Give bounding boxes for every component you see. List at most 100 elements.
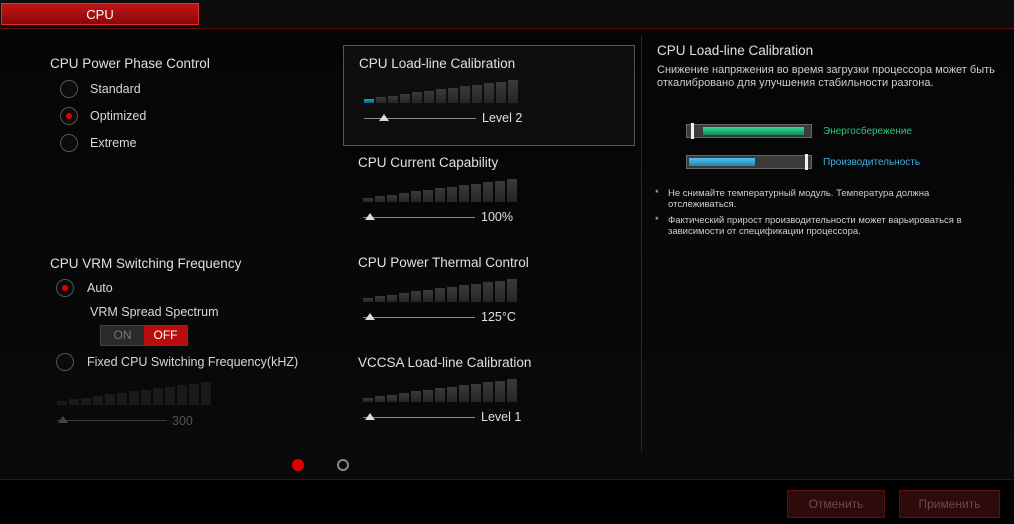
ramp-segment (411, 291, 421, 302)
slider-load-line[interactable]: CPU Load-line Calibration Level 2 (343, 45, 635, 146)
slider-current-capability-thumb[interactable] (365, 213, 375, 220)
radio-extreme-label: Extreme (90, 136, 137, 150)
energy-saving-bar (686, 123, 812, 139)
phase-control-title: CPU Power Phase Control (50, 56, 210, 71)
ramp-segment (388, 95, 398, 103)
radio-extreme[interactable] (60, 134, 78, 152)
ramp-segment (364, 98, 374, 103)
ramp-segment (484, 83, 494, 103)
ramp-segment (399, 292, 409, 302)
energy-saving-bar-fill (703, 127, 804, 135)
slider-thermal-control-title: CPU Power Thermal Control (358, 255, 529, 270)
slider-vccsa-thumb[interactable] (365, 413, 375, 420)
ramp-segment (105, 394, 115, 405)
slider-load-line-title: CPU Load-line Calibration (359, 56, 516, 71)
slider-vccsa[interactable]: VCCSA Load-line Calibration Level 1 (343, 345, 633, 444)
ramp-segment (387, 394, 397, 402)
radio-fixed-frequency[interactable] (56, 353, 74, 371)
ramp-segment (508, 80, 518, 103)
ramp-segment (483, 282, 493, 302)
slider-current-capability[interactable]: CPU Current Capability 100% (343, 145, 633, 244)
ramp-segment (471, 183, 481, 202)
ramp-segment (435, 288, 445, 302)
slider-vccsa-ramp (363, 379, 517, 402)
slider-current-capability-track (363, 217, 475, 218)
ramp-segment (472, 84, 482, 103)
note-star-icon: * (655, 188, 659, 199)
radio-auto[interactable] (56, 279, 74, 297)
fixed-frequency-value: 300 (172, 414, 193, 428)
ramp-segment (387, 294, 397, 302)
ramp-segment (459, 385, 469, 402)
ramp-segment (483, 182, 493, 202)
ramp-segment (399, 192, 409, 202)
page-dot-1[interactable] (292, 459, 304, 471)
info-description: Снижение напряжения во время загрузки пр… (657, 64, 995, 89)
ramp-segment (189, 383, 199, 405)
ramp-segment (435, 388, 445, 402)
ramp-segment (423, 289, 433, 302)
ramp-segment (399, 392, 409, 402)
ramp-segment (387, 194, 397, 202)
ramp-segment (448, 87, 458, 103)
vrm-title: CPU VRM Switching Frequency (50, 256, 242, 271)
ramp-segment (447, 186, 457, 202)
slider-load-line-value: Level 2 (482, 111, 523, 125)
slider-load-line-thumb[interactable] (379, 114, 389, 121)
panel-divider (641, 36, 642, 452)
ramp-segment (507, 179, 517, 202)
ramp-segment (153, 388, 163, 405)
slider-vccsa-title: VCCSA Load-line Calibration (358, 355, 532, 370)
ramp-segment (57, 400, 67, 405)
ramp-segment (471, 283, 481, 302)
ramp-segment (69, 399, 79, 405)
ramp-segment (375, 296, 385, 302)
slider-thermal-control[interactable]: CPU Power Thermal Control 125°C (343, 245, 633, 344)
energy-saving-label: Энергосбережение (823, 126, 912, 137)
performance-bar-knob (805, 154, 808, 170)
note-temperature-text: Не снимайте температурный модуль. Темпер… (668, 188, 930, 210)
apply-button[interactable]: Применить (899, 490, 1000, 518)
slider-thermal-control-thumb[interactable] (365, 313, 375, 320)
note-performance-text: Фактический прирост производительности м… (668, 215, 962, 237)
slider-thermal-control-ramp (363, 279, 517, 302)
radio-optimized[interactable] (60, 107, 78, 125)
radio-fixed-frequency-label: Fixed CPU Switching Frequency(kHZ) (87, 355, 299, 369)
slider-load-line-ramp (364, 80, 518, 103)
toggle-on-option[interactable]: ON (101, 326, 144, 345)
ramp-segment (93, 395, 103, 405)
radio-auto-label: Auto (87, 281, 113, 295)
ramp-segment (375, 196, 385, 202)
tab-cpu[interactable]: CPU (1, 3, 199, 25)
fixed-frequency-track (57, 420, 167, 421)
ramp-segment (459, 285, 469, 302)
note-star-icon: * (655, 215, 659, 226)
ramp-segment (447, 386, 457, 402)
ramp-segment (375, 396, 385, 402)
slider-vccsa-value: Level 1 (481, 410, 522, 424)
ramp-segment (496, 81, 506, 103)
slider-thermal-control-value: 125°C (481, 310, 516, 324)
cancel-button[interactable]: Отменить (787, 490, 885, 518)
performance-label: Производительность (823, 157, 921, 168)
radio-standard[interactable] (60, 80, 78, 98)
ramp-segment (376, 97, 386, 103)
spread-spectrum-toggle[interactable]: ON OFF (100, 325, 188, 346)
slider-vccsa-track (363, 417, 475, 418)
info-title: CPU Load-line Calibration (657, 43, 814, 58)
ramp-segment (447, 286, 457, 302)
toggle-off-option[interactable]: OFF (144, 326, 187, 345)
energy-saving-bar-knob (691, 123, 694, 139)
slider-thermal-control-track (363, 317, 475, 318)
ramp-segment (495, 280, 505, 302)
page-dot-2[interactable] (337, 459, 349, 471)
ramp-segment (363, 297, 373, 302)
slider-current-capability-ramp (363, 179, 517, 202)
ramp-segment (363, 397, 373, 402)
ramp-segment (436, 89, 446, 103)
ramp-segment (363, 197, 373, 202)
ramp-segment (129, 391, 139, 405)
ramp-segment (400, 93, 410, 103)
ramp-segment (141, 389, 151, 405)
ramp-segment (411, 391, 421, 402)
